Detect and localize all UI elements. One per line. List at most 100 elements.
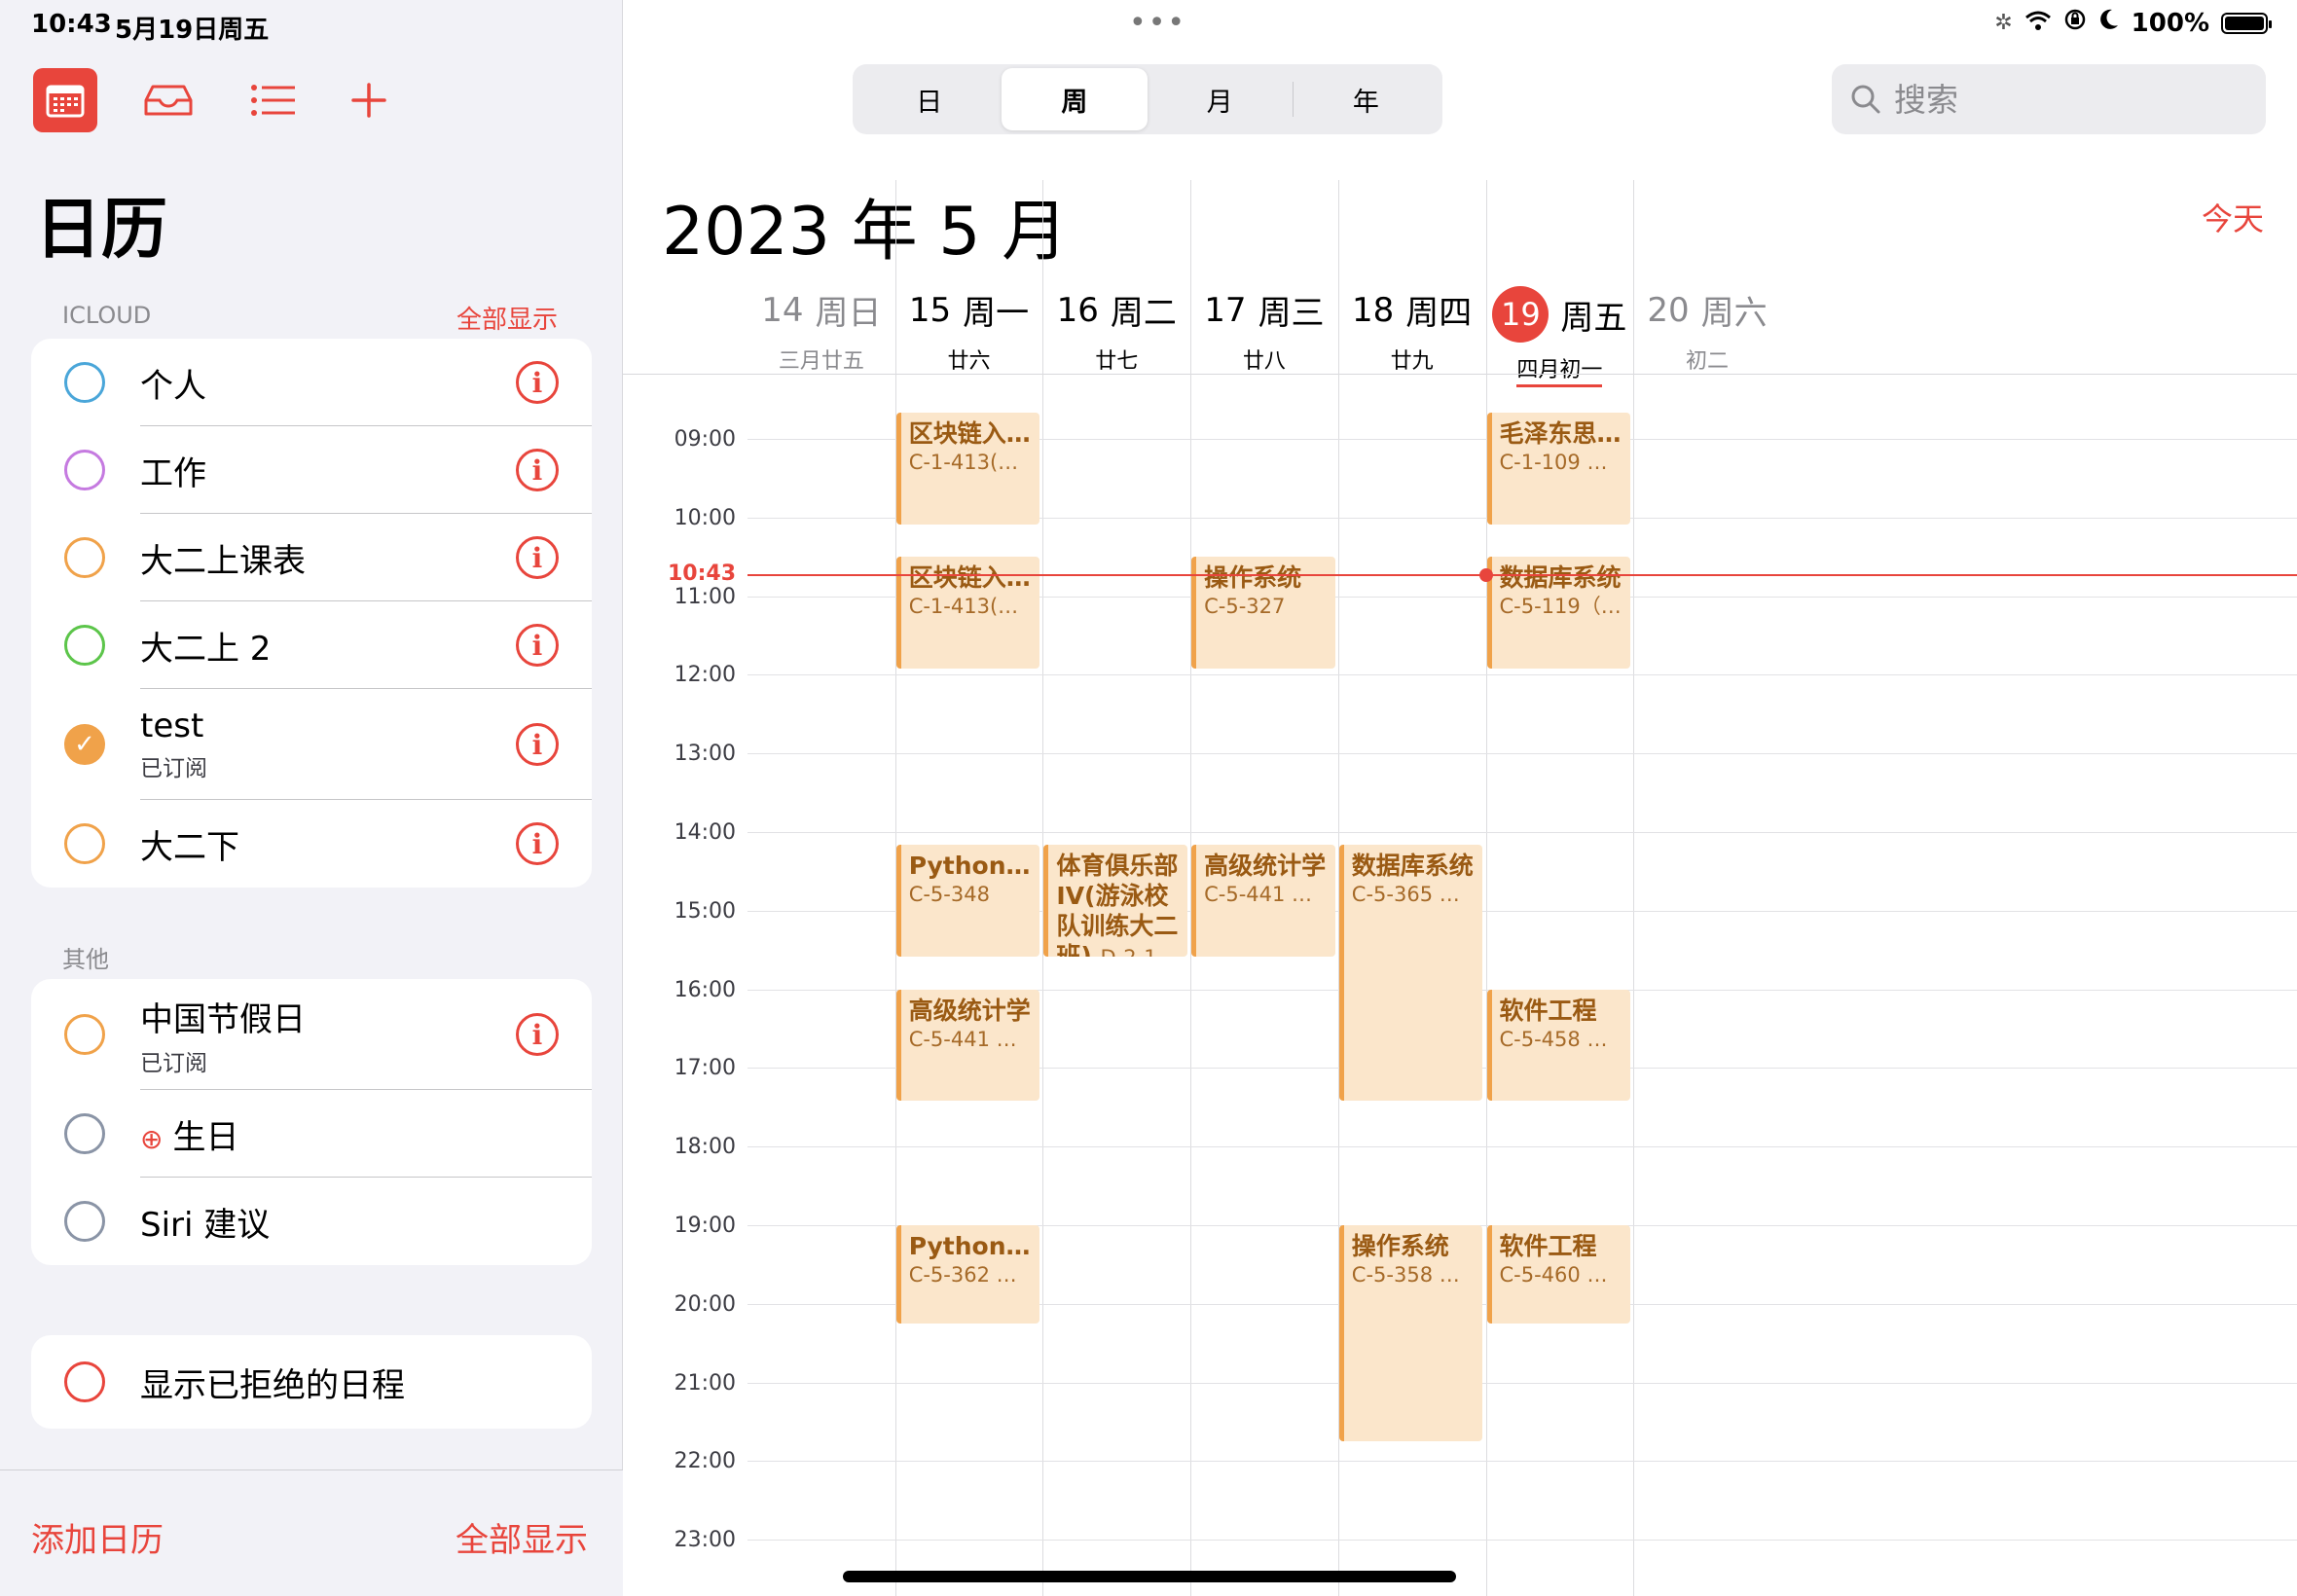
info-icon[interactable]: i [516, 624, 559, 667]
calendar-label: 大二上课表 [140, 541, 306, 581]
day-header-3[interactable]: 17 周三 廿八 [1190, 263, 1338, 375]
declined-group: 显示已拒绝的日程 [31, 1335, 592, 1429]
inbox-icon[interactable] [136, 68, 201, 132]
icloud-show-all-link[interactable]: 全部显示 [456, 300, 558, 336]
event-block[interactable]: 数据库系统 C-5-365 机房 [1338, 845, 1483, 1102]
event-title: Python 语言程序设计 [908, 1232, 1033, 1260]
event-block[interactable]: 体育俱乐部 IV(游泳校队训练大二班) D-2-1 楼游泳馆 [1043, 845, 1188, 957]
list-icon[interactable] [241, 68, 306, 132]
view-option-2[interactable]: 月 [1148, 68, 1293, 130]
calendar-row-5[interactable]: 大二下 i [31, 800, 592, 888]
day-header-1[interactable]: 15 周一 廿六 [895, 263, 1043, 375]
event-title: 软件工程 [1499, 996, 1597, 1025]
current-time-line [747, 573, 2297, 576]
day-number: 15 [908, 290, 952, 330]
calendar-row-3[interactable]: 大二上 2 i [31, 601, 592, 689]
show-declined-toggle[interactable]: 显示已拒绝的日程 [31, 1335, 592, 1429]
calendar-subtitle: 已订阅 [140, 756, 207, 781]
calendar-label: 大二上 2 [140, 629, 272, 669]
info-icon[interactable]: i [516, 361, 559, 404]
calendar-circle-icon[interactable] [64, 362, 105, 403]
checkmark-circle-icon[interactable]: ✓ [64, 724, 105, 765]
event-title: 操作系统 [1351, 1232, 1449, 1260]
info-icon[interactable]: i [516, 822, 559, 865]
calendar-circle-icon[interactable] [64, 1201, 105, 1242]
calendar-row-2[interactable]: 大二上课表 i [31, 514, 592, 601]
day-header-2[interactable]: 16 周二 廿七 [1042, 263, 1190, 375]
calendar-row-1[interactable]: 工作 i [31, 426, 592, 514]
sidebar-title: 日历 [35, 192, 168, 269]
calendar-circle-icon[interactable] [64, 1113, 105, 1154]
event-block[interactable]: 毛泽东思想和中国特色社会主义理论体系概论C-1-109 阶梯教室 [1486, 413, 1631, 525]
event-location: C-5-119（录播教室） [1499, 595, 1623, 619]
day-weekday: 周二 [1110, 294, 1177, 333]
lunar-text: 廿八 [1242, 349, 1286, 374]
calendar-label-text: 生日 [172, 1117, 239, 1157]
calendar-circle-icon[interactable] [64, 823, 105, 864]
view-option-0[interactable]: 日 [857, 68, 1002, 130]
day-header-0[interactable]: 14 周日 三月廿五 [747, 263, 895, 375]
wifi-icon [2024, 9, 2052, 38]
day-name: 20 周六 [1633, 286, 1781, 334]
event-title: 数据库系统 [1351, 852, 1474, 881]
gift-icon: ⊕ [140, 1122, 164, 1155]
event-title: 区块链入门与区块链开发 [908, 419, 1033, 449]
other-calendar-2[interactable]: Siri 建议 [31, 1178, 592, 1265]
day-number: 17 [1204, 290, 1247, 330]
calendar-circle-icon[interactable] [64, 625, 105, 666]
calendar-circle-icon[interactable] [64, 1014, 105, 1055]
declined-label: 显示已拒绝的日程 [140, 1365, 405, 1405]
event-location: C-5-327 [1204, 595, 1286, 619]
hour-label: 16:00 [674, 977, 736, 1002]
event-block[interactable]: Python 语言程序设计 C-5-362 机房 [895, 1225, 1040, 1324]
calendars-icon[interactable] [33, 68, 97, 132]
calendar-row-0[interactable]: 个人 i [31, 339, 592, 426]
add-calendar-button[interactable]: 添加日历 [31, 1513, 164, 1561]
day-header-6[interactable]: 20 周六初二 [1633, 263, 1781, 375]
show-all-button[interactable]: 全部显示 [456, 1513, 588, 1561]
hour-label: 18:00 [674, 1135, 736, 1160]
lunar-date: 廿七 [1042, 344, 1190, 375]
search-input[interactable] [1894, 80, 2244, 119]
event-block[interactable]: 高级统计学 C-5-441 机房 [895, 989, 1040, 1102]
hour-label: 17:00 [674, 1056, 736, 1081]
lunar-date: 初二 [1633, 344, 1781, 375]
info-icon[interactable]: i [516, 1013, 559, 1056]
calendar-circle-icon[interactable] [64, 450, 105, 490]
add-icon[interactable] [337, 68, 401, 132]
search-icon [1851, 85, 1880, 114]
today-date-badge: 19 [1492, 286, 1550, 343]
today-button[interactable]: 今天 [2202, 195, 2264, 239]
home-indicator[interactable] [843, 1571, 1456, 1582]
hour-label: 22:00 [674, 1449, 736, 1474]
calendar-circle-icon[interactable] [64, 537, 105, 578]
event-block[interactable]: 区块链入门与区块链开发C-1-413(实验室) [895, 413, 1040, 525]
event-location: C-1-413(实验室) [908, 451, 1033, 475]
event-block[interactable]: Python 语言程序设计C-5-348 [895, 845, 1040, 957]
other-calendar-1[interactable]: ⊕ 生日 [31, 1090, 592, 1178]
view-switcher: 日周月年 [853, 64, 1442, 134]
multitasking-dots-icon[interactable]: ••• [1129, 6, 1186, 40]
info-icon[interactable]: i [516, 536, 559, 579]
event-block[interactable]: 软件工程 C-5-458 机房 [1486, 989, 1631, 1102]
event-block[interactable]: 软件工程 C-5-460 机房 [1486, 1225, 1631, 1324]
info-icon[interactable]: i [516, 449, 559, 491]
sidebar: 日历 ICLOUD 全部显示 个人 i 工作 i 大二上课表 i 大二上 2 i ✓ test 已订… [0, 0, 623, 1596]
search-field[interactable] [1832, 64, 2266, 134]
info-icon[interactable]: i [516, 723, 559, 766]
calendar-row-4[interactable]: ✓ test 已订阅 i [31, 689, 592, 800]
moon-icon [2098, 8, 2120, 38]
hour-line [747, 1382, 2297, 1384]
day-header-4[interactable]: 18 周四 廿九 [1338, 263, 1486, 375]
view-option-3[interactable]: 年 [1294, 68, 1439, 130]
event-block[interactable]: 操作系统 C-5-358 机房 [1338, 1225, 1483, 1442]
other-calendar-0[interactable]: 中国节假日 已订阅 i [31, 979, 592, 1090]
hour-label: 09:00 [674, 427, 736, 452]
view-option-1[interactable]: 周 [1002, 68, 1148, 130]
month-title: 2023 年 5 月 [662, 194, 1069, 271]
week-grid: 09:00 10:00 11:00 12:00 13:00 14:00 15:00 16:00… [623, 180, 2297, 1596]
event-block[interactable]: 高级统计学 C-5-441 机房 [1191, 845, 1335, 957]
icloud-calendar-list: 个人 i 工作 i 大二上课表 i 大二上 2 i ✓ test 已订阅 i 大二下 i [31, 339, 592, 888]
day-header-5[interactable]: 19 周五 四月初一 [1486, 263, 1634, 387]
day-number: 18 [1352, 290, 1395, 330]
